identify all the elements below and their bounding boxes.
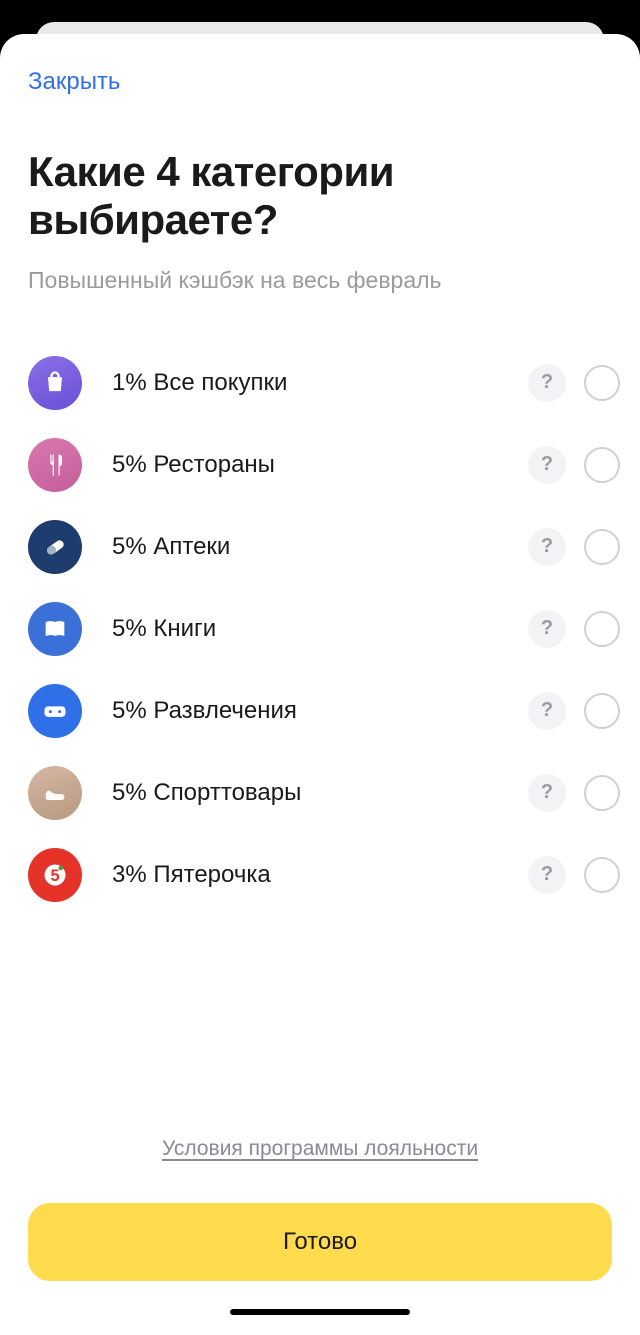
help-button[interactable]: ? [528,446,566,484]
category-row-pyaterochka[interactable]: 5 3% Пятерочка ? [28,834,620,916]
category-row-entertainment[interactable]: 5% Развлечения ? [28,670,620,752]
category-radio[interactable] [584,365,620,401]
category-radio[interactable] [584,447,620,483]
category-radio[interactable] [584,857,620,893]
help-button[interactable]: ? [528,610,566,648]
category-row-sport[interactable]: 5% Спорттовары ? [28,752,620,834]
loyalty-terms-link[interactable]: Условия программы лояльности [162,1137,478,1161]
category-label: 5% Рестораны [112,451,528,479]
utensils-icon [28,438,82,492]
category-label: 5% Развлечения [112,697,528,725]
category-radio[interactable] [584,693,620,729]
pyaterochka-icon: 5 [28,848,82,902]
pill-icon [28,520,82,574]
svg-text:5: 5 [50,866,59,884]
category-label: 1% Все покупки [112,369,528,397]
category-radio[interactable] [584,529,620,565]
shopping-bag-icon [28,356,82,410]
sneaker-icon [28,766,82,820]
category-label: 5% Спорттовары [112,779,528,807]
book-icon [28,602,82,656]
category-row-all[interactable]: 1% Все покупки ? [28,342,620,424]
category-row-restaurants[interactable]: 5% Рестораны ? [28,424,620,506]
close-button[interactable]: Закрыть [28,68,120,96]
done-button[interactable]: Готово [28,1203,612,1281]
category-label: 5% Аптеки [112,533,528,561]
category-row-pharmacy[interactable]: 5% Аптеки ? [28,506,620,588]
category-radio[interactable] [584,611,620,647]
category-select-sheet: Закрыть Какие 4 категории выбираете? Пов… [0,34,640,1335]
page-title: Какие 4 категории выбираете? [0,96,640,245]
gamepad-icon [28,684,82,738]
help-button[interactable]: ? [528,774,566,812]
category-row-books[interactable]: 5% Книги ? [28,588,620,670]
help-button[interactable]: ? [528,528,566,566]
help-button[interactable]: ? [528,856,566,894]
category-label: 3% Пятерочка [112,861,528,889]
category-list: 1% Все покупки ? 5% Рестораны ? 5% Аптек… [0,294,640,916]
category-label: 5% Книги [112,615,528,643]
help-button[interactable]: ? [528,692,566,730]
help-button[interactable]: ? [528,364,566,402]
home-indicator [230,1309,410,1315]
page-subtitle: Повышенный кэшбэк на весь февраль [0,245,640,294]
category-radio[interactable] [584,775,620,811]
